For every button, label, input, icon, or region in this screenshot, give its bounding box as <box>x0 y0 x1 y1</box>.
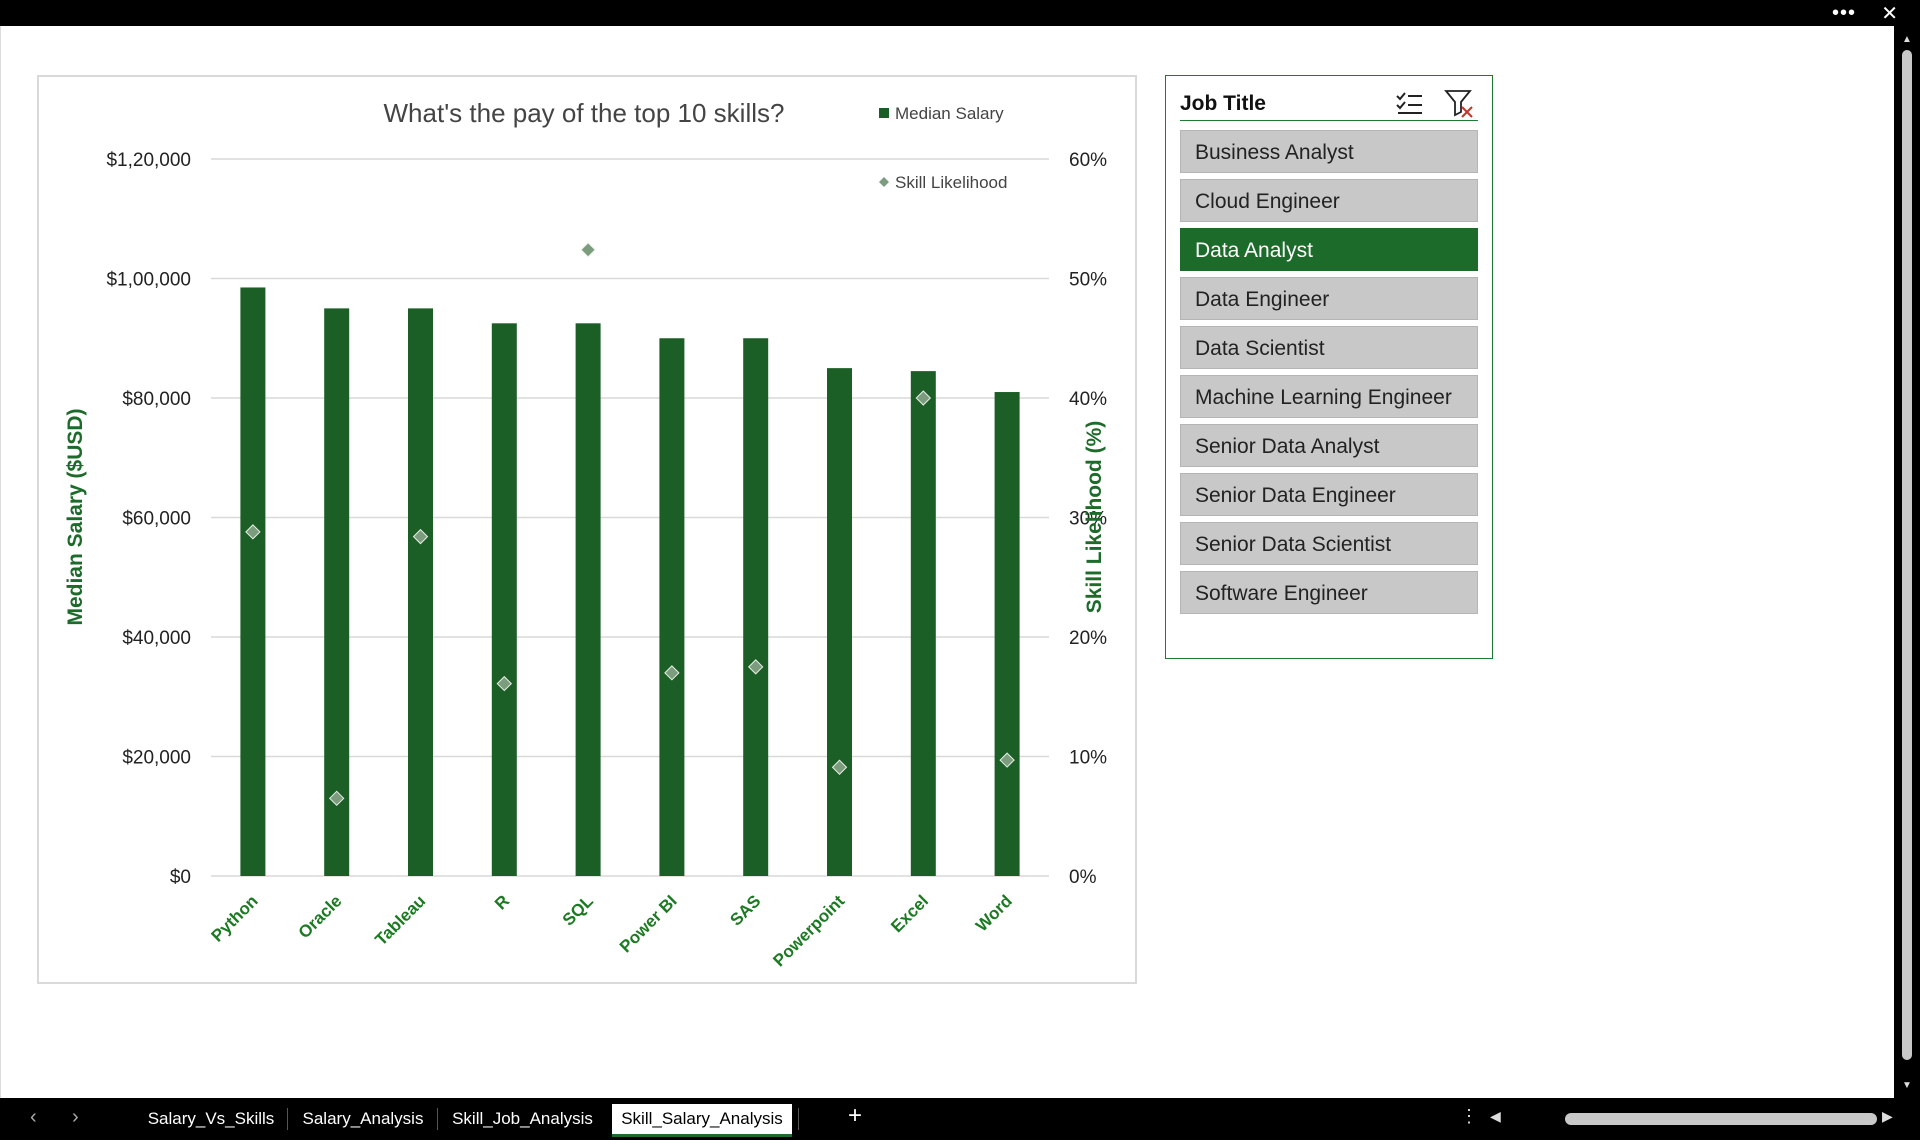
y2-tick-label: 0% <box>1069 867 1097 888</box>
slicer-item-cloud-engineer[interactable]: Cloud Engineer <box>1180 179 1478 222</box>
legend-swatch-median-salary <box>879 108 889 118</box>
chart-svg: $0 0%$20,000 10%$40,000 20%$60,000 30%$80,00… <box>64 98 1107 970</box>
bar <box>408 308 433 876</box>
scroll-down-icon[interactable]: ▼ <box>1902 1080 1912 1091</box>
slicer-item-data-analyst[interactable]: Data Analyst <box>1180 228 1478 271</box>
tab-divider <box>287 1108 288 1130</box>
slicer-item-business-analyst[interactable]: Business Analyst <box>1180 130 1478 173</box>
add-sheet-button[interactable]: + <box>848 1102 862 1130</box>
bar <box>659 338 685 876</box>
bar <box>994 392 1020 876</box>
tab-divider <box>798 1108 799 1130</box>
y-tick-label: $1,00,000 <box>106 270 191 291</box>
y-tick-label: $80,000 <box>122 389 191 410</box>
next-sheet-icon[interactable]: › <box>72 1106 79 1129</box>
legend-swatch-skill-likelihood <box>879 177 889 187</box>
y2-axis-title: Skill Likelihood (%) <box>1083 421 1106 614</box>
y-tick-label: $1,20,000 <box>106 150 191 171</box>
vertical-scroll-thumb[interactable] <box>1902 50 1912 1060</box>
bar <box>240 287 266 876</box>
tab-salary-analysis[interactable]: Salary_Analysis <box>297 1104 429 1134</box>
y2-tick-label: 20% <box>1069 628 1107 649</box>
slicer-header: Job Title <box>1180 88 1478 121</box>
bar <box>910 371 936 876</box>
vertical-scrollbar[interactable]: ▲ ▼ <box>1894 26 1920 1098</box>
y-tick-label: $40,000 <box>122 628 191 649</box>
y2-tick-label: 60% <box>1069 150 1107 171</box>
horizontal-scroll-thumb[interactable] <box>1565 1113 1877 1125</box>
chart-title: What's the pay of the top 10 skills? <box>384 98 785 128</box>
tab-salary-vs-skills[interactable]: Salary_Vs_Skills <box>145 1104 277 1134</box>
legend-skill-likelihood: Skill Likelihood <box>895 173 1007 192</box>
job-title-slicer: Job Title Business Analyst Cloud Engineer… <box>1165 75 1493 659</box>
slicer-item-machine-learning-engineer[interactable]: Machine Learning Engineer <box>1180 375 1478 418</box>
y2-tick-label: 50% <box>1069 270 1107 291</box>
title-bar: ••• ✕ <box>0 0 1920 26</box>
close-icon[interactable]: ✕ <box>1881 1 1898 26</box>
x-tick-label: Word <box>972 891 1016 935</box>
sheet-options-icon[interactable]: ⋮ <box>1460 1106 1478 1127</box>
tab-skill-salary-analysis[interactable]: Skill_Salary_Analysis <box>612 1104 792 1137</box>
bar <box>743 338 769 876</box>
sheet-tab-bar: ‹ › Salary_Vs_Skills Salary_Analysis Ski… <box>0 1098 1920 1140</box>
slicer-item-data-scientist[interactable]: Data Scientist <box>1180 326 1478 369</box>
y-tick-label: $0 <box>170 867 191 888</box>
bar <box>827 368 852 876</box>
x-tick-label: Powerpoint <box>769 891 848 970</box>
y2-tick-label: 10% <box>1069 748 1107 769</box>
x-tick-label: Power BI <box>616 891 681 956</box>
x-tick-label: Tableau <box>371 891 429 949</box>
bar <box>491 323 517 876</box>
scroll-up-icon[interactable]: ▲ <box>1902 34 1912 45</box>
clear-filter-icon[interactable] <box>1444 88 1474 118</box>
tab-skill-job-analysis[interactable]: Skill_Job_Analysis <box>445 1104 600 1134</box>
y2-tick-label: 40% <box>1069 389 1107 410</box>
slicer-item-senior-data-scientist[interactable]: Senior Data Scientist <box>1180 522 1478 565</box>
bar <box>575 323 601 876</box>
x-tick-label: Oracle <box>295 891 346 942</box>
multi-select-icon[interactable] <box>1394 88 1424 118</box>
legend-median-salary: Median Salary <box>895 104 1004 123</box>
y-tick-label: $60,000 <box>122 509 191 530</box>
slicer-item-data-engineer[interactable]: Data Engineer <box>1180 277 1478 320</box>
x-tick-label: SAS <box>726 891 764 929</box>
slicer-item-list: Business Analyst Cloud Engineer Data Analy… <box>1180 130 1478 620</box>
y-axis-title: Median Salary ($USD) <box>64 408 87 625</box>
scroll-right-icon[interactable]: ▶ <box>1882 1108 1893 1125</box>
tab-divider <box>437 1108 438 1130</box>
x-tick-label: Excel <box>887 891 932 936</box>
x-tick-label: R <box>491 891 513 913</box>
more-options-icon[interactable]: ••• <box>1832 2 1856 25</box>
previous-sheet-icon[interactable]: ‹ <box>30 1106 37 1129</box>
slicer-title: Job Title <box>1180 92 1266 115</box>
y-tick-label: $20,000 <box>122 748 191 769</box>
slicer-item-senior-data-analyst[interactable]: Senior Data Analyst <box>1180 424 1478 467</box>
likelihood-marker <box>580 242 596 258</box>
x-tick-label: Python <box>208 891 262 945</box>
skill-salary-chart[interactable]: $0 0% $20,000 10% $40,000 20% $60,000 30% $80,00… <box>37 75 1137 984</box>
scroll-left-icon[interactable]: ◀ <box>1490 1108 1501 1125</box>
x-tick-label: SQL <box>559 891 597 929</box>
slicer-item-software-engineer[interactable]: Software Engineer <box>1180 571 1478 614</box>
slicer-item-senior-data-engineer[interactable]: Senior Data Engineer <box>1180 473 1478 516</box>
